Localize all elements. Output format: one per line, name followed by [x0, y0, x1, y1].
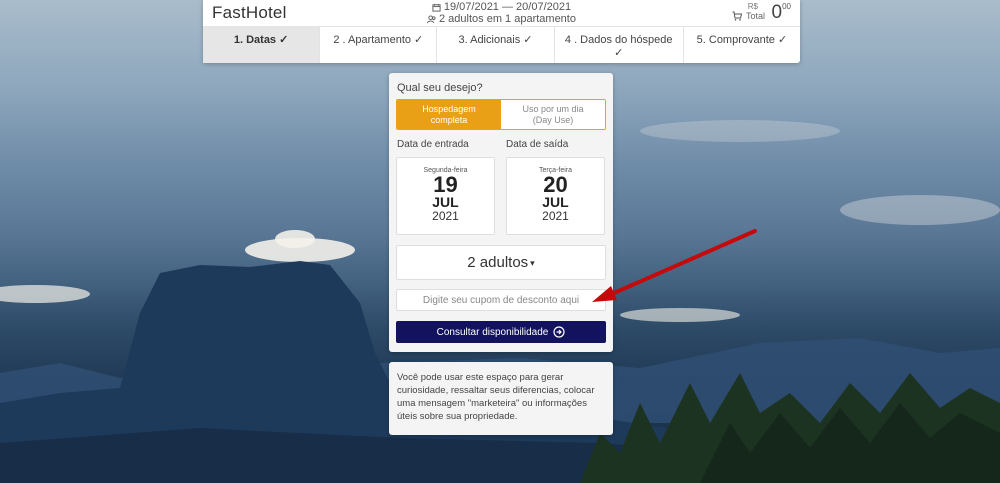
checkout-day: 20	[543, 172, 568, 197]
check-availability-label: Consultar disponibilidade	[436, 326, 549, 338]
step-receipt[interactable]: 5. Comprovante ✓	[684, 27, 800, 63]
summary-dates: 19/07/2021 — 20/07/2021	[443, 1, 572, 13]
property-info-box: Você pode usar este espaço para gerar cu…	[389, 362, 613, 435]
property-info-text: Você pode usar este espaço para gerar cu…	[397, 372, 595, 422]
check-availability-button[interactable]: Consultar disponibilidade	[396, 321, 606, 343]
checkin-year: 2021	[432, 209, 459, 223]
checkout-month: JUL	[542, 194, 569, 210]
checkin-month: JUL	[432, 194, 459, 210]
step-dates[interactable]: 1. Datas ✓	[203, 27, 321, 63]
total-label: Total	[746, 11, 766, 21]
total-price: R$ Total 000	[732, 2, 791, 24]
step-extras[interactable]: 3. Adicionais ✓	[437, 27, 555, 63]
booking-form: Qual seu desejo? Hospedagem completa Uso…	[389, 73, 613, 352]
total-cents: 00	[782, 2, 791, 11]
checkin-date-picker[interactable]: Segunda-feira 19 JUL 2021	[396, 157, 495, 235]
summary-occupancy: 2 adultos em 1 apartamento	[439, 13, 576, 25]
caret-down-icon: ▾	[530, 257, 535, 268]
total-value: 000	[772, 2, 791, 24]
booking-summary: 19/07/2021 — 20/07/2021 2 adultos em 1 a…	[203, 1, 800, 25]
checkout-date-picker[interactable]: Terça-feira 20 JUL 2021	[506, 157, 605, 235]
option-full-stay[interactable]: Hospedagem completa	[397, 100, 501, 129]
checkin-day: 19	[433, 172, 458, 197]
calendar-icon	[432, 3, 441, 12]
stay-type-question: Qual seu desejo?	[397, 82, 483, 94]
checkout-year: 2021	[542, 209, 569, 223]
checkout-label: Data de saída	[506, 139, 569, 150]
booking-steps: 1. Datas ✓ 2 . Apartamento ✓ 3. Adiciona…	[203, 26, 800, 63]
currency-symbol: R$	[747, 2, 758, 11]
total-integer: 0	[771, 2, 783, 23]
booking-header: FastHotel 19/07/2021 — 20/07/2021 2 adul…	[203, 0, 800, 63]
users-icon	[427, 14, 436, 23]
checkin-label: Data de entrada	[397, 139, 469, 150]
guests-dropdown[interactable]: 2 adultos ▾	[396, 245, 606, 280]
stay-type-toggle: Hospedagem completa Uso por um dia (Day …	[396, 99, 606, 130]
step-guest-data[interactable]: 4 . Dados do hóspede ✓	[555, 27, 684, 63]
guests-value: 2 adultos	[467, 254, 529, 271]
cart-icon	[732, 11, 742, 21]
coupon-input[interactable]	[396, 289, 606, 311]
option-day-use[interactable]: Uso por um dia (Day Use)	[501, 100, 605, 129]
step-apartment[interactable]: 2 . Apartamento ✓	[320, 27, 438, 63]
forest-trees	[580, 373, 1000, 483]
arrow-right-circle-icon	[553, 326, 565, 338]
